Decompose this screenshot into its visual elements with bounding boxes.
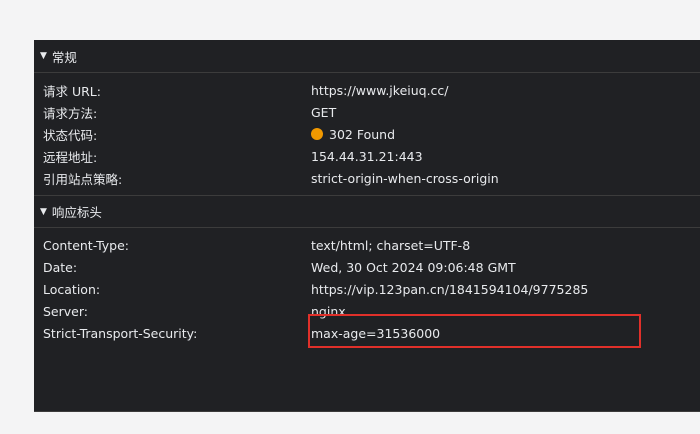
header-key: 请求方法:: [43, 105, 98, 121]
header-key: Strict-Transport-Security:: [43, 325, 198, 341]
header-value[interactable]: https://vip.123pan.cn/1841594104/9775285: [311, 282, 588, 297]
response-headers-section-header[interactable]: ▼ 响应标头: [34, 195, 700, 228]
header-value[interactable]: max-age=31536000: [311, 326, 440, 341]
response-headers-section-title: 响应标头: [51, 205, 102, 220]
header-key: Location:: [43, 281, 101, 297]
header-value[interactable]: https://www.jkeiuq.cc/: [311, 83, 449, 98]
header-row-content-type: Content-Type: text/html; charset=UTF-8: [34, 234, 700, 256]
header-value[interactable]: strict-origin-when-cross-origin: [311, 171, 499, 186]
header-key: Server:: [43, 303, 88, 319]
collapse-triangle-icon: ▼: [40, 51, 47, 61]
header-row-request-url: 请求 URL: https://www.jkeiuq.cc/: [34, 79, 700, 101]
header-key: 状态代码:: [43, 127, 98, 143]
collapse-triangle-icon: ▼: [40, 206, 47, 217]
general-section-header[interactable]: ▼ 常规: [34, 40, 700, 73]
header-row-referrer-policy: 引用站点策略: strict-origin-when-cross-origin: [34, 167, 700, 189]
header-row-status-code: 状态代码: 302 Found: [34, 123, 700, 145]
general-section-title: 常规: [51, 49, 77, 65]
header-value[interactable]: 154.44.31.21:443: [311, 149, 423, 164]
header-value[interactable]: Wed, 30 Oct 2024 09:06:48 GMT: [311, 260, 516, 275]
status-dot-icon: [311, 128, 323, 140]
header-row-server: Server: nginx: [34, 300, 700, 322]
header-key: 引用站点策略:: [43, 171, 123, 187]
header-row-date: Date: Wed, 30 Oct 2024 09:06:48 GMT: [34, 256, 700, 278]
header-value-status[interactable]: 302 Found: [311, 127, 395, 142]
header-key: Date:: [43, 259, 78, 275]
header-row-remote-address: 远程地址: 154.44.31.21:443: [34, 145, 700, 167]
status-text: 302 Found: [329, 126, 396, 142]
headers-panel: ▼ 常规 请求 URL: https://www.jkeiuq.cc/ 请求方法…: [34, 40, 700, 412]
header-key: 远程地址:: [43, 149, 98, 165]
header-key: 请求 URL:: [43, 83, 101, 99]
header-value[interactable]: text/html; charset=UTF-8: [311, 238, 470, 253]
general-section-rows: 请求 URL: https://www.jkeiuq.cc/ 请求方法: GET…: [34, 73, 700, 195]
header-row-request-method: 请求方法: GET: [34, 101, 700, 123]
screenshot-frame: ▼ 常规 请求 URL: https://www.jkeiuq.cc/ 请求方法…: [0, 0, 700, 434]
header-row-strict-transport-security: Strict-Transport-Security: max-age=31536…: [34, 322, 700, 344]
header-row-location: Location: https://vip.123pan.cn/18415941…: [34, 278, 700, 300]
header-key: Content-Type:: [43, 237, 129, 253]
header-value[interactable]: GET: [311, 105, 336, 120]
header-value[interactable]: nginx: [311, 304, 346, 319]
response-headers-rows: Content-Type: text/html; charset=UTF-8 D…: [34, 228, 700, 350]
